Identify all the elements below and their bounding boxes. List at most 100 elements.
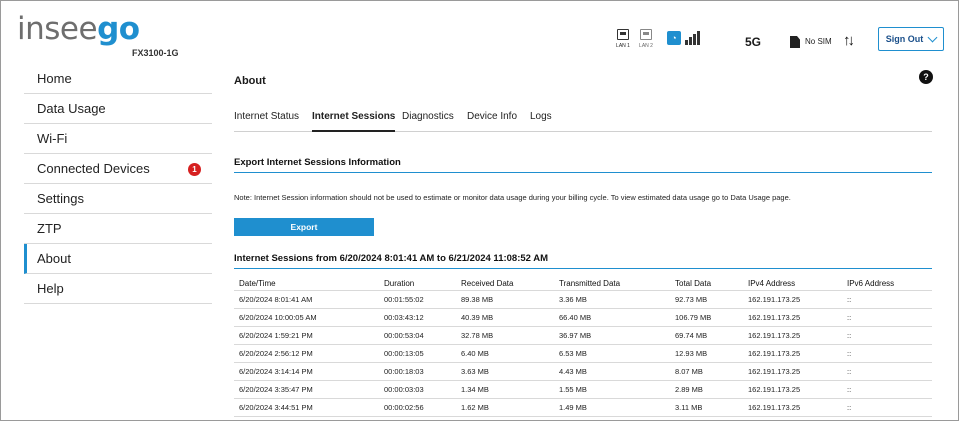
sidebar-item-help[interactable]: Help	[24, 274, 212, 304]
table-cell: 3.36 MB	[559, 295, 587, 304]
usage-note: Note: Internet Session information shoul…	[234, 193, 791, 202]
table-cell: 00:00:18:03	[384, 367, 424, 376]
table-row: 6/20/2024 3:14:14 PM 00:00:18:03 3.63 MB 4.…	[234, 363, 932, 381]
tab-logs[interactable]: Logs	[530, 110, 552, 132]
sidebar-item-label: Settings	[37, 191, 84, 206]
sign-out-button[interactable]: Sign Out	[878, 27, 944, 51]
column-header: Transmitted Data	[559, 279, 621, 288]
lan2-label: LAN 2	[639, 43, 653, 49]
tab-internet-sessions[interactable]: Internet Sessions	[312, 110, 396, 132]
sidebar-item-label: Data Usage	[37, 101, 106, 116]
section-divider	[234, 172, 932, 173]
table-cell: 12.93 MB	[675, 349, 708, 358]
device-model: FX3100-1G	[132, 48, 179, 58]
sidebar-item-ztp[interactable]: ZTP	[24, 214, 212, 244]
sign-out-label: Sign Out	[885, 34, 924, 44]
table-cell: 6/20/2024 10:00:05 AM	[239, 313, 317, 322]
table-cell: 162.191.173.25	[748, 385, 801, 394]
table-cell: 6/20/2024 1:59:21 PM	[239, 331, 313, 340]
sidebar-item-label: Home	[37, 71, 72, 86]
table-cell: 3.63 MB	[461, 367, 489, 376]
export-button[interactable]: Export	[234, 218, 374, 236]
sidebar-item-home[interactable]: Home	[24, 64, 212, 94]
tab-bar: Internet Status Internet Sessions Diagno…	[234, 110, 932, 132]
inseego-logo: inseego	[17, 11, 140, 47]
table-cell: ::	[847, 331, 852, 340]
table-cell: 1.34 MB	[461, 385, 489, 394]
sidebar-item-label: Help	[37, 281, 64, 296]
network-type: 5G	[745, 35, 762, 49]
table-cell: 162.191.173.25	[748, 295, 801, 304]
lan1-label: LAN 1	[616, 43, 630, 49]
help-icon[interactable]: ?	[919, 70, 933, 84]
table-cell: 8.07 MB	[675, 367, 703, 376]
tab-internet-status[interactable]: Internet Status	[234, 110, 299, 132]
column-header: Duration	[384, 279, 415, 288]
signal-bars-icon	[685, 30, 705, 45]
sidebar-nav: Home Data Usage Wi-Fi Connected Devices …	[24, 64, 212, 304]
table-cell: 00:00:53:04	[384, 331, 424, 340]
table-cell: ::	[847, 403, 852, 412]
table-cell: 00:01:55:02	[384, 295, 424, 304]
table-row: 6/20/2024 3:35:47 PM 00:00:03:03 1.34 MB 1.…	[234, 381, 932, 399]
table-cell: 6/20/2024 3:14:14 PM	[239, 367, 313, 376]
tab-device-info[interactable]: Device Info	[467, 110, 517, 132]
sim-status: No SIM	[805, 37, 832, 46]
lan1-status: LAN 1	[613, 29, 633, 49]
sidebar-item-data-usage[interactable]: Data Usage	[24, 94, 212, 124]
sidebar-item-label: About	[37, 251, 71, 266]
column-header: IPv4 Address	[748, 279, 796, 288]
sidebar-item-settings[interactable]: Settings	[24, 184, 212, 214]
table-cell: 92.73 MB	[675, 295, 708, 304]
lan2-status: LAN 2	[636, 29, 656, 49]
sessions-section-title: Internet Sessions from 6/20/2024 8:01:41…	[234, 253, 549, 264]
table-cell: 1.62 MB	[461, 403, 489, 412]
table-cell: ::	[847, 295, 852, 304]
table-row: 6/20/2024 8:01:41 AM 00:01:55:02 89.38 MB 3…	[234, 291, 932, 309]
table-cell: 1.49 MB	[559, 403, 587, 412]
sidebar-item-wifi[interactable]: Wi-Fi	[24, 124, 212, 154]
sidebar-item-connected-devices[interactable]: Connected Devices 1	[24, 154, 212, 184]
table-row: 6/20/2024 3:44:51 PM 00:00:02:56 1.62 MB 1.…	[234, 399, 932, 417]
table-cell: 106.79 MB	[675, 313, 712, 322]
table-cell: 4.43 MB	[559, 367, 587, 376]
page-title: About	[234, 75, 266, 87]
column-header: Total Data	[675, 279, 712, 288]
table-cell: 00:00:02:56	[384, 403, 424, 412]
notification-badge: 1	[188, 163, 201, 176]
sidebar-item-label: ZTP	[37, 221, 62, 236]
column-header: Received Data	[461, 279, 514, 288]
data-activity-icon: ↑↓	[843, 32, 855, 49]
table-cell: 36.97 MB	[559, 331, 592, 340]
table-row: 6/20/2024 10:00:05 AM 00:03:43:12 40.39 MB…	[234, 309, 932, 327]
table-cell: 00:03:43:12	[384, 313, 424, 322]
table-cell: 162.191.173.25	[748, 349, 801, 358]
table-cell: 6.40 MB	[461, 349, 489, 358]
table-cell: 89.38 MB	[461, 295, 494, 304]
table-row: 6/20/2024 2:56:12 PM 00:00:13:05 6.40 MB 6.…	[234, 345, 932, 363]
sidebar-item-label: Wi-Fi	[37, 131, 68, 146]
table-cell: 32.78 MB	[461, 331, 494, 340]
table-cell: ::	[847, 313, 852, 322]
table-cell: ::	[847, 349, 852, 358]
sidebar-item-label: Connected Devices	[37, 161, 150, 176]
sidebar-item-about[interactable]: About	[24, 244, 212, 274]
table-cell: 00:00:03:03	[384, 385, 424, 394]
export-section-title: Export Internet Sessions Information	[234, 157, 401, 168]
column-header: Date/Time	[239, 279, 276, 288]
table-row: 6/20/2024 1:59:21 PM 00:00:53:04 32.78 MB 3…	[234, 327, 932, 345]
sim-card-icon	[790, 36, 800, 48]
table-cell: 162.191.173.25	[748, 403, 801, 412]
tab-diagnostics[interactable]: Diagnostics	[402, 110, 454, 132]
table-cell: 6/20/2024 8:01:41 AM	[239, 295, 313, 304]
table-cell: 3.11 MB	[675, 403, 703, 412]
table-cell: 6.53 MB	[559, 349, 587, 358]
table-cell: 162.191.173.25	[748, 331, 801, 340]
table-cell: 6/20/2024 2:56:12 PM	[239, 349, 313, 358]
table-header-row: Date/Time Duration Received Data Transmi…	[234, 277, 932, 291]
table-cell: 162.191.173.25	[748, 367, 801, 376]
app-window: inseego FX3100-1G LAN 1 LAN 2 ◔ 5G No SI…	[0, 0, 959, 421]
table-cell: 66.40 MB	[559, 313, 592, 322]
table-cell: ::	[847, 367, 852, 376]
wifi-status-icon: ◔	[667, 31, 681, 45]
